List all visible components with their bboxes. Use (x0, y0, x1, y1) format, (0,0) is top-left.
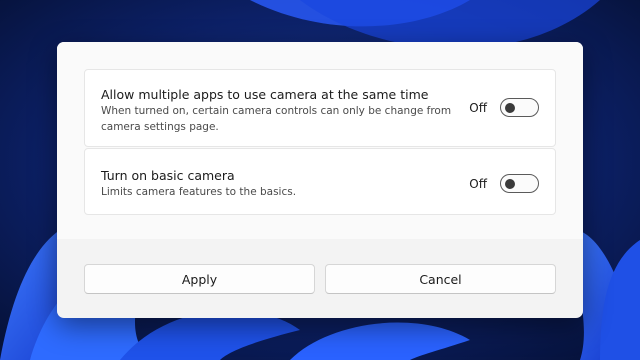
toggle-group: Off (469, 98, 539, 117)
setting-description: When turned on, certain camera controls … (101, 105, 452, 133)
setting-title: Turn on basic camera (101, 168, 235, 183)
toggle-knob (505, 179, 515, 189)
cancel-button[interactable]: Cancel (325, 264, 556, 294)
toggle-state-label: Off (469, 100, 487, 115)
setting-card-basic-camera: Turn on basic camera Limits camera featu… (84, 148, 556, 215)
toggle-group: Off (469, 174, 539, 193)
dialog-content: Allow multiple apps to use camera at the… (57, 42, 583, 239)
setting-title: Allow multiple apps to use camera at the… (101, 87, 429, 102)
setting-card-multiple-apps: Allow multiple apps to use camera at the… (84, 69, 556, 147)
setting-description: Limits camera features to the basics. (101, 186, 297, 198)
camera-settings-dialog: Allow multiple apps to use camera at the… (57, 42, 583, 318)
basic-camera-toggle[interactable] (500, 174, 539, 193)
toggle-state-label: Off (469, 176, 487, 191)
multiple-apps-toggle[interactable] (500, 98, 539, 117)
apply-button[interactable]: Apply (84, 264, 315, 294)
toggle-knob (505, 103, 515, 113)
